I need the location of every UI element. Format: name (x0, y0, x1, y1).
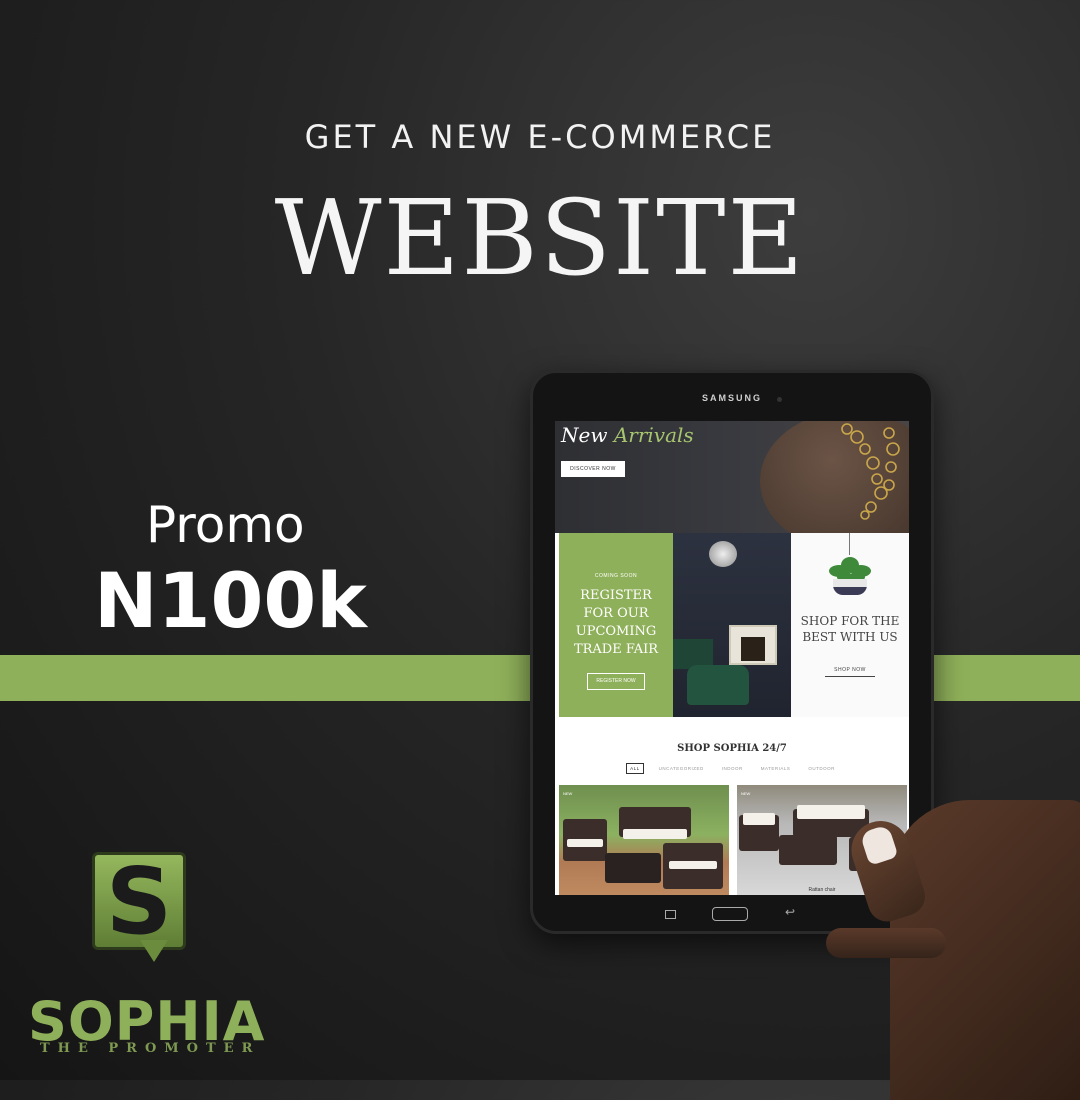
logo-letter: S (105, 848, 173, 955)
hero-title: New Arrivals (561, 423, 694, 447)
cushion-shape (669, 861, 717, 869)
catalog-title: SHOP SOPHIA 24/7 (677, 743, 787, 754)
tab-all[interactable]: ALL (626, 763, 644, 774)
register-now-button[interactable]: REGISTER NOW (587, 673, 645, 690)
plant-hanger (849, 533, 850, 555)
headline-main: WEBSITE (274, 177, 806, 299)
shop-panel: SHOP FOR THE BEST WITH US SHOP NOW (791, 533, 909, 717)
shop-title: SHOP FOR THE BEST WITH US (800, 614, 900, 644)
tab-indoor[interactable]: INDOOR (719, 764, 746, 773)
back-icon[interactable]: ↩ (785, 905, 795, 919)
headline-top: GET A NEW E-COMMERCE (304, 118, 776, 156)
logo-tagline: THE PROMOTER (40, 1041, 261, 1056)
table-shape (779, 835, 837, 865)
table-shape (605, 853, 661, 883)
shop-now-button[interactable]: SHOP NOW (825, 663, 875, 677)
trade-fair-panel: COMING SOON REGISTER FOR OUR UPCOMING TR… (559, 533, 673, 717)
product-card[interactable]: NEW (559, 785, 729, 895)
interior-room-image (673, 533, 791, 717)
hero-banner: New Arrivals DISCOVER NOW (555, 421, 909, 551)
logo-speech-tail (140, 940, 168, 962)
recent-apps-icon[interactable] (665, 910, 676, 919)
fair-kicker: COMING SOON (594, 573, 638, 579)
logo-icon: S (92, 852, 186, 950)
fireplace-shape (729, 625, 777, 665)
new-badge: NEW (741, 791, 751, 796)
cushion-shape (797, 805, 865, 819)
catalog-tabs: ALL UNCATEGORIZED INDOOR MATERIALS OUTDO… (555, 763, 909, 774)
promo-label: Promo (146, 496, 305, 554)
new-badge: NEW (563, 791, 573, 796)
hero-title-word-1: New (561, 423, 608, 447)
tab-uncategorized[interactable]: UNCATEGORIZED (656, 764, 707, 773)
cushion-shape (567, 839, 603, 847)
fair-title: REGISTER FOR OUR UPCOMING TRADE FAIR (573, 588, 659, 657)
tablet-screen: New Arrivals DISCOVER NOW COMING SOON RE… (555, 421, 909, 895)
cushion-shape (743, 813, 775, 825)
armchair-shape (687, 665, 749, 705)
tab-materials[interactable]: MATERIALS (758, 764, 794, 773)
chandelier-shape (709, 541, 737, 567)
finger-image (826, 928, 946, 958)
hero-title-word-2: Arrivals (613, 423, 694, 447)
camera-icon (777, 397, 782, 402)
tab-outdoor[interactable]: OUTDOOR (805, 764, 838, 773)
home-button[interactable] (712, 907, 748, 921)
necklace-image (841, 423, 900, 520)
plant-pot (833, 579, 867, 595)
promo-price: N100k (94, 556, 367, 645)
discover-now-button[interactable]: DISCOVER NOW (561, 461, 625, 477)
device-brand: SAMSUNG (701, 393, 762, 403)
cushion-shape (623, 829, 687, 839)
